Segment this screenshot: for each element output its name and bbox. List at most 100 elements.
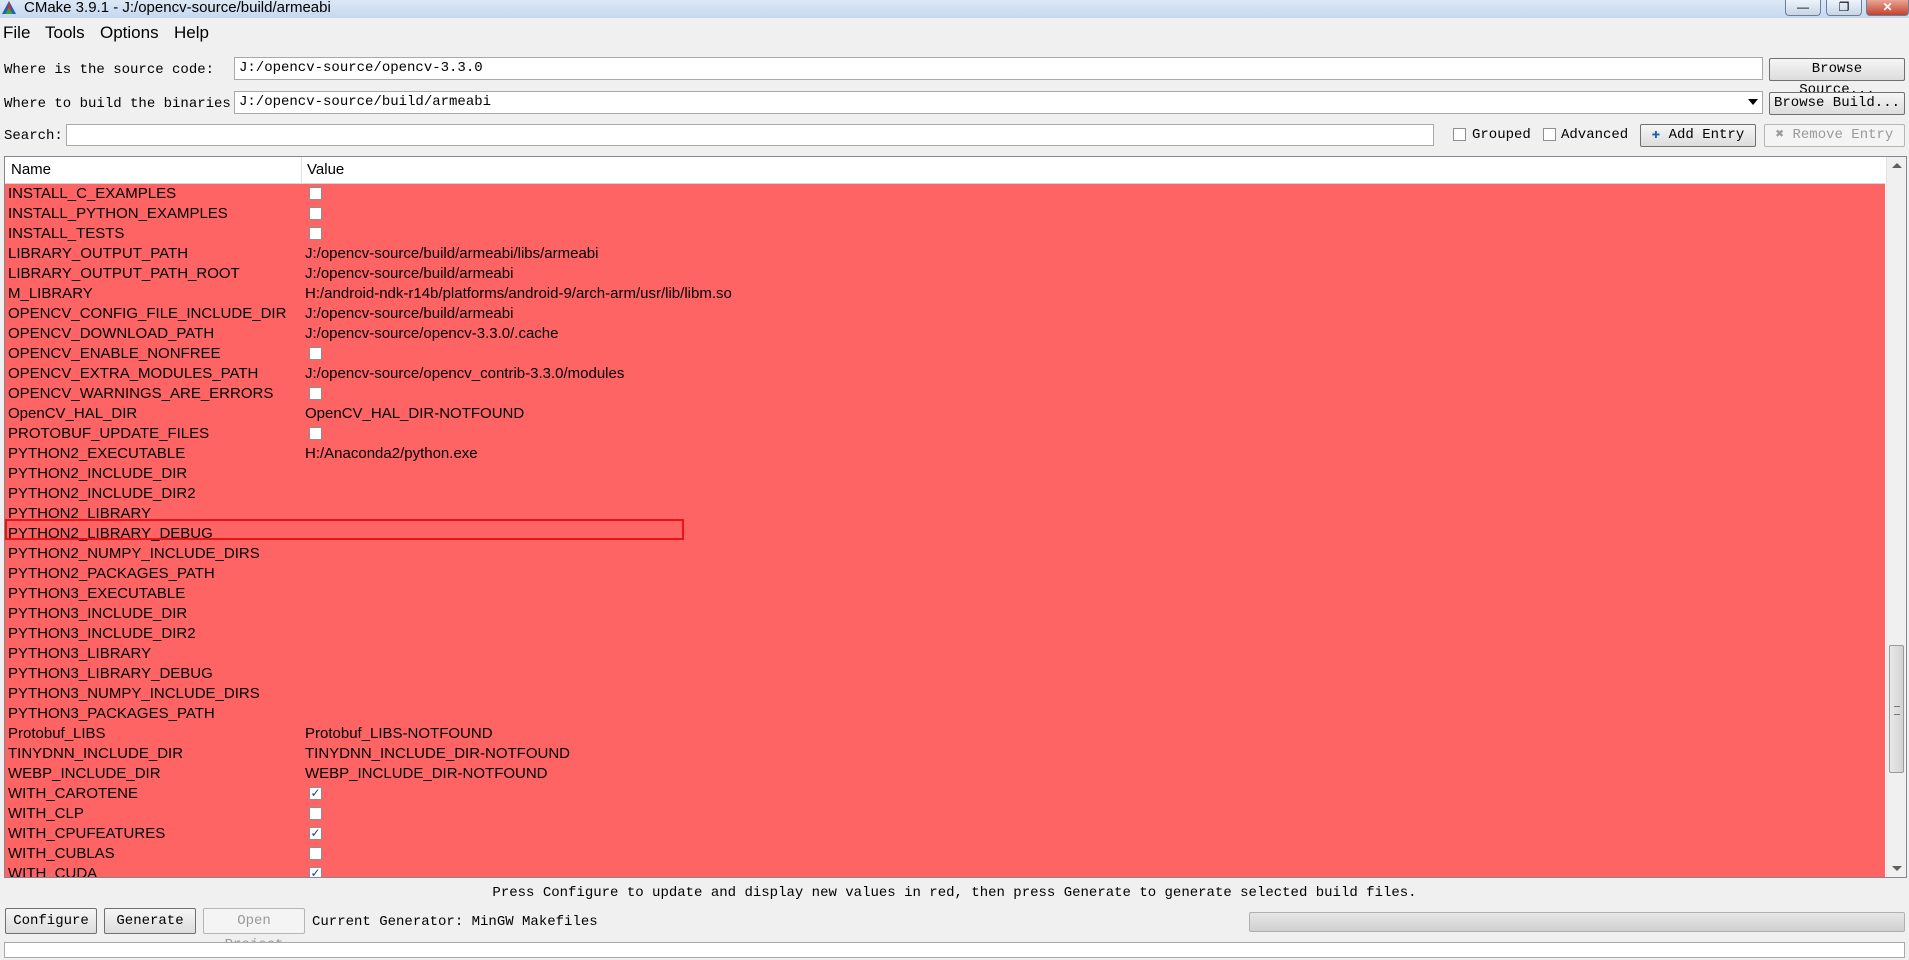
cache-entry-value[interactable]: J:/opencv-source/opencv_contrib-3.3.0/mo… xyxy=(305,365,624,382)
table-row[interactable]: PYTHON3_NUMPY_INCLUDE_DIRS xyxy=(5,684,1885,704)
cache-entry-name: OpenCV_HAL_DIR xyxy=(8,405,138,422)
table-row[interactable]: PROTOBUF_UPDATE_FILES xyxy=(5,424,1885,444)
cache-entry-value[interactable]: TINYDNN_INCLUDE_DIR-NOTFOUND xyxy=(305,745,570,762)
table-row[interactable]: WITH_CLP xyxy=(5,804,1885,824)
table-row[interactable]: INSTALL_PYTHON_EXAMPLES xyxy=(5,204,1885,224)
generate-button[interactable]: Generate xyxy=(104,908,196,934)
advanced-label: Advanced xyxy=(1561,127,1629,143)
configure-button[interactable]: Configure xyxy=(5,908,97,934)
table-row[interactable]: PYTHON2_PACKAGES_PATH xyxy=(5,564,1885,584)
column-header-value[interactable]: Value xyxy=(307,161,344,178)
search-input[interactable] xyxy=(66,124,1434,146)
table-row[interactable]: PYTHON2_INCLUDE_DIR xyxy=(5,464,1885,484)
cache-entry-name: Protobuf_LIBS xyxy=(8,725,106,742)
open-project-button[interactable]: Open Project xyxy=(203,908,305,953)
table-row[interactable]: INSTALL_C_EXAMPLES xyxy=(5,184,1885,204)
table-row[interactable]: OpenCV_HAL_DIR OpenCV_HAL_DIR-NOTFOUND xyxy=(5,404,1885,424)
checkbox-icon[interactable] xyxy=(309,347,322,360)
table-row[interactable]: OPENCV_CONFIG_FILE_INCLUDE_DIR J:/opencv-… xyxy=(5,304,1885,324)
cache-entry-value[interactable]: H:/android-ndk-r14b/platforms/android-9/… xyxy=(305,285,732,302)
add-entry-button[interactable]: ✚ Add Entry xyxy=(1640,124,1756,147)
checked-checkbox-icon[interactable]: ✓ xyxy=(309,787,322,800)
checkbox-icon[interactable] xyxy=(309,387,322,400)
table-row[interactable]: WEBP_INCLUDE_DIR WEBP_INCLUDE_DIR-NOTFOUN… xyxy=(5,764,1885,784)
table-row[interactable]: INSTALL_TESTS xyxy=(5,224,1885,244)
checkbox-icon[interactable] xyxy=(309,227,322,240)
cache-entry-value[interactable]: H:/Anaconda2/python.exe xyxy=(305,445,478,462)
scrollbar-thumb[interactable] xyxy=(1889,645,1904,773)
cache-table[interactable]: Name Value INSTALL_C_EXAMPLES INSTALL_PYT… xyxy=(4,156,1907,878)
cache-entry-value[interactable]: OpenCV_HAL_DIR-NOTFOUND xyxy=(305,405,524,422)
table-row[interactable]: TINYDNN_INCLUDE_DIR TINYDNN_INCLUDE_DIR-N… xyxy=(5,744,1885,764)
table-row[interactable]: PYTHON2_EXECUTABLE H:/Anaconda2/python.ex… xyxy=(5,444,1885,464)
cache-entry-name: PYTHON3_LIBRARY xyxy=(8,645,152,662)
table-row[interactable]: WITH_CPUFEATURES ✓ xyxy=(5,824,1885,844)
advanced-checkbox[interactable] xyxy=(1543,128,1556,141)
table-row[interactable]: LIBRARY_OUTPUT_PATH J:/opencv-source/buil… xyxy=(5,244,1885,264)
close-button[interactable]: ✕ xyxy=(1866,0,1909,16)
table-row[interactable]: M_LIBRARY H:/android-ndk-r14b/platforms/a… xyxy=(5,284,1885,304)
scroll-up-icon[interactable] xyxy=(1892,163,1902,168)
output-log[interactable] xyxy=(4,942,1905,958)
column-divider[interactable] xyxy=(301,157,302,183)
source-path-field[interactable]: J:/opencv-source/opencv-3.3.0 xyxy=(234,57,1763,80)
cache-entry-name: PYTHON2_PACKAGES_PATH xyxy=(8,565,215,582)
cache-entry-value[interactable]: J:/opencv-source/build/armeabi/libs/arme… xyxy=(305,245,598,262)
table-row[interactable]: PYTHON3_LIBRARY_DEBUG xyxy=(5,664,1885,684)
checked-checkbox-icon[interactable]: ✓ xyxy=(309,827,322,840)
chevron-down-icon[interactable] xyxy=(1748,99,1758,105)
binaries-path-combo[interactable]: J:/opencv-source/build/armeabi xyxy=(234,91,1763,114)
table-row[interactable]: OPENCV_EXTRA_MODULES_PATH J:/opencv-sourc… xyxy=(5,364,1885,384)
checkbox-icon[interactable] xyxy=(309,847,322,860)
maximize-button[interactable]: ❐ xyxy=(1826,0,1862,16)
table-row[interactable]: PYTHON3_PACKAGES_PATH xyxy=(5,704,1885,724)
remove-entry-label: Remove Entry xyxy=(1792,127,1894,143)
cache-entry-name: PYTHON3_INCLUDE_DIR2 xyxy=(8,625,196,642)
browse-build-button[interactable]: Browse Build... xyxy=(1769,92,1905,115)
minimize-button[interactable]: — xyxy=(1785,0,1821,16)
grouped-checkbox[interactable] xyxy=(1453,128,1466,141)
column-header-name[interactable]: Name xyxy=(11,161,51,178)
browse-source-button[interactable]: Browse Source... xyxy=(1769,58,1905,98)
table-row[interactable]: OPENCV_WARNINGS_ARE_ERRORS xyxy=(5,384,1885,404)
vertical-scrollbar[interactable] xyxy=(1886,157,1906,877)
table-row[interactable]: PYTHON3_EXECUTABLE xyxy=(5,584,1885,604)
cache-entry-name: OPENCV_CONFIG_FILE_INCLUDE_DIR xyxy=(8,305,287,322)
checkbox-icon[interactable] xyxy=(309,207,322,220)
cache-entry-value[interactable]: J:/opencv-source/build/armeabi xyxy=(305,305,513,322)
table-row[interactable]: PYTHON2_LIBRARY_DEBUG xyxy=(5,524,1885,544)
checkbox-icon[interactable] xyxy=(309,187,322,200)
table-row[interactable]: OPENCV_ENABLE_NONFREE xyxy=(5,344,1885,364)
table-row[interactable]: OPENCV_DOWNLOAD_PATH J:/opencv-source/ope… xyxy=(5,324,1885,344)
table-row[interactable]: Protobuf_LIBS Protobuf_LIBS-NOTFOUND xyxy=(5,724,1885,744)
table-row[interactable]: WITH_CAROTENE ✓ xyxy=(5,784,1885,804)
table-row[interactable]: PYTHON2_NUMPY_INCLUDE_DIRS xyxy=(5,544,1885,564)
table-row[interactable]: WITH_CUBLAS xyxy=(5,844,1885,864)
scroll-down-icon[interactable] xyxy=(1892,866,1902,871)
menu-file[interactable]: File xyxy=(3,23,30,43)
cache-entry-name: PYTHON3_LIBRARY_DEBUG xyxy=(8,665,213,682)
table-rows: INSTALL_C_EXAMPLES INSTALL_PYTHON_EXAMPLE… xyxy=(5,184,1885,877)
menu-help[interactable]: Help xyxy=(174,23,209,43)
cache-entry-value[interactable]: J:/opencv-source/build/armeabi xyxy=(305,265,513,282)
cache-entry-name: M_LIBRARY xyxy=(8,285,93,302)
cache-entry-value[interactable]: J:/opencv-source/opencv-3.3.0/.cache xyxy=(305,325,558,342)
cache-entry-name: PYTHON2_EXECUTABLE xyxy=(8,445,186,462)
table-row[interactable]: PYTHON3_LIBRARY xyxy=(5,644,1885,664)
cache-entry-value[interactable]: Protobuf_LIBS-NOTFOUND xyxy=(305,725,493,742)
remove-entry-button[interactable]: ✖ Remove Entry xyxy=(1764,124,1905,147)
table-row[interactable]: LIBRARY_OUTPUT_PATH_ROOT J:/opencv-source… xyxy=(5,264,1885,284)
checkbox-icon[interactable] xyxy=(309,807,322,820)
table-row[interactable]: PYTHON3_INCLUDE_DIR xyxy=(5,604,1885,624)
menu-tools[interactable]: Tools xyxy=(45,23,85,43)
table-row[interactable]: PYTHON2_INCLUDE_DIR2 xyxy=(5,484,1885,504)
binaries-label: Where to build the binaries: xyxy=(4,96,240,112)
table-row[interactable]: WITH_CUDA ✓ xyxy=(5,864,1885,877)
checked-checkbox-icon[interactable]: ✓ xyxy=(309,867,322,877)
table-row[interactable]: PYTHON3_INCLUDE_DIR2 xyxy=(5,624,1885,644)
menu-options[interactable]: Options xyxy=(100,23,159,43)
checkbox-icon[interactable] xyxy=(309,427,322,440)
cache-entry-name: PROTOBUF_UPDATE_FILES xyxy=(8,425,210,442)
cache-entry-value[interactable]: WEBP_INCLUDE_DIR-NOTFOUND xyxy=(305,765,548,782)
table-row[interactable]: PYTHON2_LIBRARY xyxy=(5,504,1885,524)
